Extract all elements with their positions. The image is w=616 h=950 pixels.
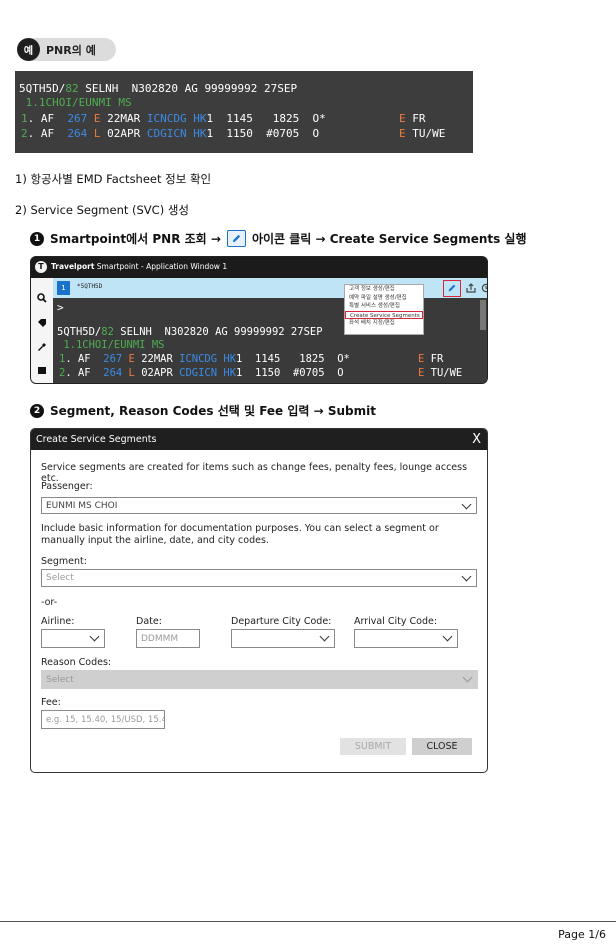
smartpoint-screenshot: T Travelport Smartpoint - Application Wi… — [30, 256, 488, 384]
date-label: Date: — [136, 616, 162, 627]
fee-placeholder: e.g. 15, 15.40, 15/USD, 15.4( — [46, 714, 165, 725]
date-input[interactable]: DDMMM — [136, 629, 200, 648]
menu-item-customer-info[interactable]: 고객 정보 생성/편집 — [345, 285, 423, 294]
fee-label: Fee: — [41, 697, 61, 708]
smartpoint-title: Travelport Smartpoint - Application Wind… — [51, 262, 228, 271]
menu-item-create-service-segments[interactable]: Create Service Segments — [345, 310, 423, 319]
dialog-title: Create Service Segments — [31, 429, 487, 450]
tab-number[interactable]: 1 — [57, 281, 70, 295]
passenger-select[interactable]: EUNMI MS CHOI — [41, 497, 477, 514]
square-icon[interactable] — [38, 367, 46, 374]
dialog-intro: Service segments are created for items s… — [41, 462, 468, 484]
smartpoint-titlebar: T Travelport Smartpoint - Application Wi… — [31, 257, 487, 278]
substep-1-text-b: 아이콘 클릭 → Create Service Segments 실행 — [251, 232, 527, 246]
segment-label: Segment: — [41, 556, 87, 567]
step-2: 2) Service Segment (SVC) 생성 — [15, 203, 190, 217]
context-menu: 고객 정보 생성/편집 예약 파일 설명 생성/편집 특별 서비스 생성/편집 … — [344, 284, 424, 335]
chevron-down-icon — [89, 631, 100, 642]
sp-pnr-line-2: 1.1CHOI/EUNMI MS — [57, 339, 165, 351]
edit-pencil-icon[interactable] — [447, 283, 457, 293]
substep-2: 2 Segment, Reason Codes 선택 및 Fee 입력 → Su… — [30, 402, 376, 419]
pnr-row-1-days: E FR — [399, 112, 426, 125]
or-divider: -or- — [41, 597, 58, 608]
passenger-label: Passenger: — [41, 481, 93, 492]
substep-2-number: 2 — [30, 403, 44, 418]
search-icon[interactable] — [37, 293, 47, 303]
footer-divider — [0, 921, 616, 922]
pencil-icon — [226, 230, 246, 247]
example-badge: 예 — [17, 38, 40, 61]
reason-codes-placeholder: Select — [46, 674, 74, 685]
fee-input[interactable]: e.g. 15, 15.40, 15/USD, 15.4( — [41, 710, 165, 729]
tag-icon[interactable] — [37, 318, 47, 328]
submit-button[interactable]: SUBMIT — [340, 738, 406, 755]
date-placeholder: DDMMM — [141, 633, 179, 644]
sp-pnr-row-1: 1. AF 267 E 22MAR ICNCDG HK1 1145 1825 O… — [59, 353, 350, 365]
chevron-down-icon — [461, 499, 472, 510]
sp-pnr-row-2-days: E TU/WE — [418, 367, 463, 379]
segment-select[interactable]: Select — [41, 569, 477, 587]
arrival-city-select[interactable] — [354, 629, 458, 648]
segment-placeholder: Select — [46, 573, 74, 583]
history-icon[interactable] — [481, 283, 488, 293]
example-title: PNR의 예 — [46, 44, 96, 57]
smartpoint-sidebar — [31, 278, 53, 383]
airline-label: Airline: — [41, 616, 75, 627]
close-button[interactable]: CLOSE — [412, 738, 472, 755]
arrival-city-label: Arrival City Code: — [354, 616, 438, 627]
reason-codes-select[interactable]: Select — [41, 670, 478, 689]
chevron-down-icon — [462, 672, 473, 683]
pnr-line-2: 1.1CHOI/EUNMI MS — [19, 96, 132, 109]
chevron-down-icon — [319, 631, 330, 642]
substep-1-text-a: Smartpoint에서 PNR 조회 → — [50, 232, 221, 246]
wrench-icon[interactable] — [37, 342, 47, 352]
pnr-terminal: 5QTH5D/82 SELNH N302820 AG 99999992 27SE… — [15, 71, 473, 153]
departure-city-label: Departure City Code: — [231, 616, 332, 627]
share-icon[interactable] — [466, 283, 476, 293]
pnr-line-1: 5QTH5D/82 SELNH N302820 AG 99999992 27SE… — [19, 82, 298, 95]
sp-pnr-row-1-days: E FR — [418, 353, 444, 365]
menu-item-seat-assign[interactable]: 좌석 배치 지정/편집 — [345, 319, 423, 328]
terminal-prompt: > — [57, 301, 64, 314]
substep-1: 1 Smartpoint에서 PNR 조회 → 아이콘 클릭 → Create … — [30, 230, 527, 247]
airline-select[interactable] — [41, 629, 105, 648]
departure-city-select[interactable] — [231, 629, 335, 648]
menu-item-special-service[interactable]: 특별 서비스 생성/편집 — [345, 302, 423, 311]
step-1: 1) 항공사별 EMD Factsheet 정보 확인 — [15, 172, 212, 186]
terminal-scrollbar[interactable] — [480, 300, 486, 330]
sp-pnr-row-2: 2. AF 264 L 02APR CDGICN HK1 1150 #0705 … — [59, 367, 344, 379]
substep-2-text: Segment, Reason Codes 선택 및 Fee 입력 → Subm… — [50, 404, 376, 418]
substep-1-number: 1 — [30, 231, 44, 246]
dialog-close-icon[interactable]: X — [472, 429, 481, 450]
chevron-down-icon — [461, 571, 472, 582]
dialog-info: Include basic information for documentat… — [41, 523, 439, 546]
passenger-value: EUNMI MS CHOI — [46, 500, 118, 511]
page-number: Page 1/6 — [558, 928, 606, 941]
chevron-down-icon — [442, 631, 453, 642]
menu-item-booking-remarks[interactable]: 예약 파일 설명 생성/편집 — [345, 294, 423, 303]
pnr-row-2-days: E TU/WE — [399, 127, 446, 140]
reason-codes-label: Reason Codes: — [41, 657, 112, 668]
travelport-logo-icon: T — [35, 261, 47, 273]
create-service-segments-dialog: Create Service Segments X Service segmen… — [30, 428, 488, 773]
pnr-row-2: 2. AF 264 L 02APR CDGICN HK1 1150 #0705 … — [21, 127, 320, 140]
pnr-row-1: 1. AF 267 E 22MAR ICNCDG HK1 1145 1825 O… — [21, 112, 326, 125]
sp-pnr-line-1: 5QTH5D/82 SELNH N302820 AG 99999992 27SE… — [57, 326, 323, 338]
tab-label[interactable]: *5QTH5D — [77, 283, 102, 290]
